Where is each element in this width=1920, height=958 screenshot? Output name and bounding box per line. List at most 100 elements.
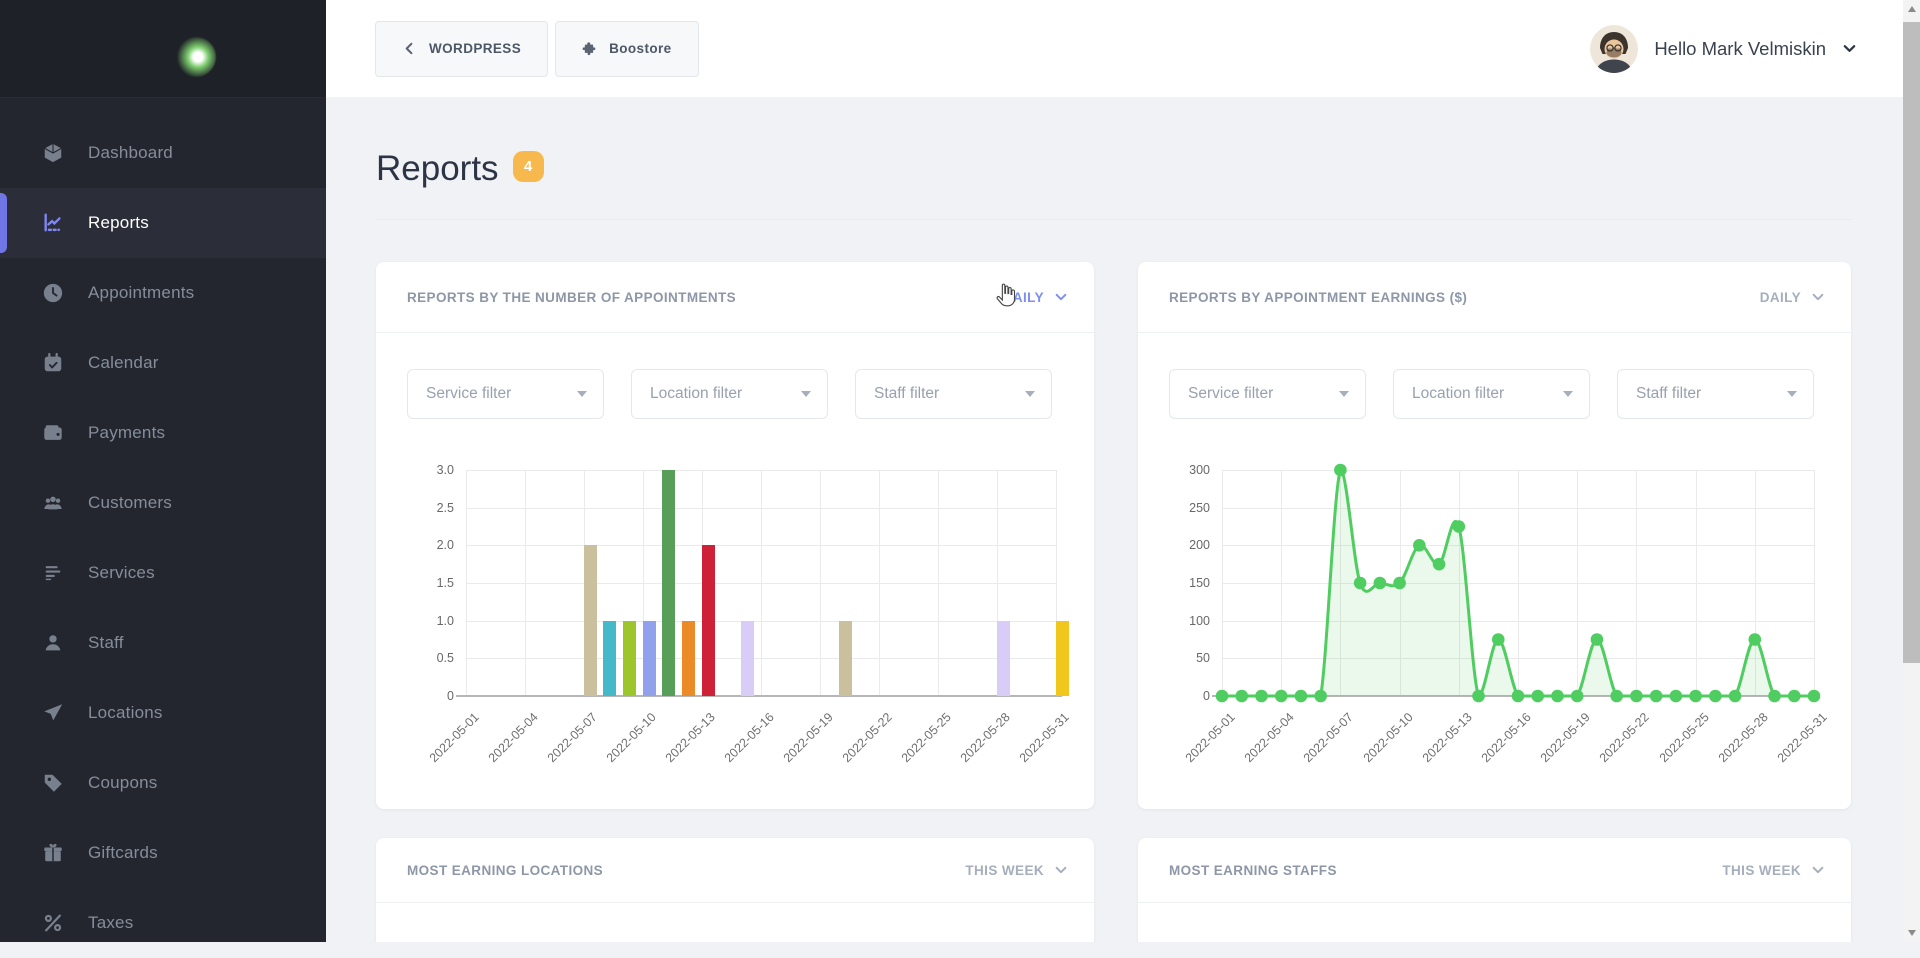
earnings-line-series [1222, 470, 1814, 696]
gridline [1814, 470, 1815, 696]
x-axis-tick-label: 2022-05-10 [1361, 710, 1416, 765]
data-point-2022-05-22 [1630, 690, 1643, 703]
sidebar-item-label: Reports [88, 213, 149, 233]
data-point-2022-05-23 [1650, 690, 1663, 703]
gridline [466, 470, 467, 696]
x-axis-tick-label: 2022-05-19 [781, 710, 836, 765]
sidebar-item-locations[interactable]: Locations [0, 678, 326, 748]
wordpress-back-button[interactable]: WORDPRESS [375, 21, 548, 77]
x-axis-tick-label: 2022-05-04 [486, 710, 541, 765]
sidebar-item-giftcards[interactable]: Giftcards [0, 818, 326, 888]
data-point-2022-05-30 [1788, 690, 1801, 703]
data-point-2022-05-18 [1551, 690, 1564, 703]
earnings-report-card: REPORTS BY APPOINTMENT EARNINGS ($) DAIL… [1138, 262, 1851, 809]
caret-down-icon [1339, 391, 1349, 397]
caret-down-icon [1025, 391, 1035, 397]
y-axis-tick-label: 0 [400, 689, 454, 703]
sidebar-item-calendar[interactable]: Calendar [0, 328, 326, 398]
taxes-icon [42, 912, 64, 934]
bar-2022-05-13 [702, 545, 715, 696]
data-point-2022-05-26 [1709, 690, 1722, 703]
puzzle-icon [582, 41, 597, 56]
bar-2022-05-10 [643, 621, 656, 696]
sidebar-item-taxes[interactable]: Taxes [0, 888, 326, 958]
main-content: Reports 4 REPORTS BY THE NUMBER OF APPOI… [326, 97, 1903, 942]
sidebar-item-dashboard[interactable]: Dashboard [0, 118, 326, 188]
data-point-2022-05-31 [1808, 690, 1821, 703]
data-point-2022-05-12 [1433, 558, 1446, 571]
reports-icon [42, 212, 64, 234]
data-point-2022-05-25 [1689, 690, 1702, 703]
avatar [1590, 25, 1638, 73]
x-axis-tick-label: 2022-05-07 [545, 710, 600, 765]
user-menu[interactable]: Hello Mark Velmiskin [1590, 25, 1857, 73]
sidebar-item-services[interactable]: Services [0, 538, 326, 608]
location-filter-select[interactable]: Location filter [631, 369, 828, 419]
boostore-button[interactable]: Boostore [555, 21, 698, 77]
y-axis-tick-label: 100 [1156, 614, 1210, 628]
locations-icon [42, 702, 64, 724]
y-axis-tick-label: 0 [1156, 689, 1210, 703]
x-axis-tick-label: 2022-05-01 [427, 710, 482, 765]
data-point-2022-05-24 [1670, 690, 1683, 703]
data-point-2022-05-04 [1275, 690, 1288, 703]
location-filter-select[interactable]: Location filter [1393, 369, 1590, 419]
x-axis-tick-label: 2022-05-13 [1420, 710, 1475, 765]
most-earning-locations-card: MOST EARNING LOCATIONS THIS WEEK [376, 838, 1094, 942]
data-point-2022-05-06 [1314, 690, 1327, 703]
appointments-period-dropdown[interactable]: DAILY [1003, 290, 1068, 305]
giftcards-icon [42, 842, 64, 864]
x-axis-tick-label: 2022-05-22 [840, 710, 895, 765]
card-title: REPORTS BY THE NUMBER OF APPOINTMENTS [407, 290, 736, 305]
topbar: WORDPRESS Boostore Hello Mark Velmiskin [326, 0, 1903, 97]
staff-filter-select[interactable]: Staff filter [1617, 369, 1814, 419]
reports-count-badge: 4 [513, 151, 544, 182]
service-filter-select[interactable]: Service filter [1169, 369, 1366, 419]
chevron-down-icon [1811, 290, 1825, 304]
y-axis-tick-label: 150 [1156, 576, 1210, 590]
card-title: MOST EARNING LOCATIONS [407, 863, 603, 878]
sidebar-item-coupons[interactable]: Coupons [0, 748, 326, 818]
app-logo[interactable] [0, 0, 326, 98]
data-point-2022-05-15 [1492, 633, 1505, 646]
data-point-2022-05-02 [1235, 690, 1248, 703]
data-point-2022-05-01 [1216, 690, 1229, 703]
y-axis-tick-label: 50 [1156, 651, 1210, 665]
staff-filter-select[interactable]: Staff filter [855, 369, 1052, 419]
scroll-down-button[interactable] [1903, 924, 1920, 942]
x-axis-tick-label: 2022-05-22 [1597, 710, 1652, 765]
earnings-period-dropdown[interactable]: DAILY [1760, 290, 1825, 305]
x-axis-tick-label: 2022-05-19 [1538, 710, 1593, 765]
card-title: REPORTS BY APPOINTMENT EARNINGS ($) [1169, 290, 1467, 305]
sidebar-item-payments[interactable]: Payments [0, 398, 326, 468]
locations-period-dropdown[interactable]: THIS WEEK [965, 863, 1068, 878]
staffs-period-dropdown[interactable]: THIS WEEK [1722, 863, 1825, 878]
data-point-2022-05-03 [1255, 690, 1268, 703]
appointments-icon [42, 282, 64, 304]
chevron-left-icon [402, 41, 417, 56]
x-axis-tick-label: 2022-05-25 [899, 710, 954, 765]
sidebar-item-reports[interactable]: Reports [0, 188, 326, 258]
scrollbar-thumb[interactable] [1903, 22, 1920, 663]
most-earning-staffs-card: MOST EARNING STAFFS THIS WEEK [1138, 838, 1851, 942]
filters-row: Service filter Location filter Staff fil… [376, 333, 1094, 419]
sidebar-item-appointments[interactable]: Appointments [0, 258, 326, 328]
sidebar-item-staff[interactable]: Staff [0, 608, 326, 678]
sidebar-item-label: Appointments [88, 283, 194, 303]
data-point-2022-05-19 [1571, 690, 1584, 703]
scroll-up-button[interactable] [1903, 0, 1920, 18]
sidebar-item-customers[interactable]: Customers [0, 468, 326, 538]
sidebar-item-label: Payments [88, 423, 165, 443]
data-point-2022-05-29 [1768, 690, 1781, 703]
card-title: MOST EARNING STAFFS [1169, 863, 1337, 878]
y-axis-tick-label: 2.5 [400, 501, 454, 515]
data-point-2022-05-07 [1334, 464, 1347, 477]
services-icon [42, 562, 64, 584]
service-filter-select[interactable]: Service filter [407, 369, 604, 419]
sidebar-item-label: Staff [88, 633, 124, 653]
gridline [525, 470, 526, 696]
y-axis-tick-label: 3.0 [400, 463, 454, 477]
x-axis-tick-label: 2022-05-28 [1716, 710, 1771, 765]
data-point-2022-05-11 [1413, 539, 1426, 552]
user-greeting: Hello Mark Velmiskin [1654, 38, 1826, 60]
